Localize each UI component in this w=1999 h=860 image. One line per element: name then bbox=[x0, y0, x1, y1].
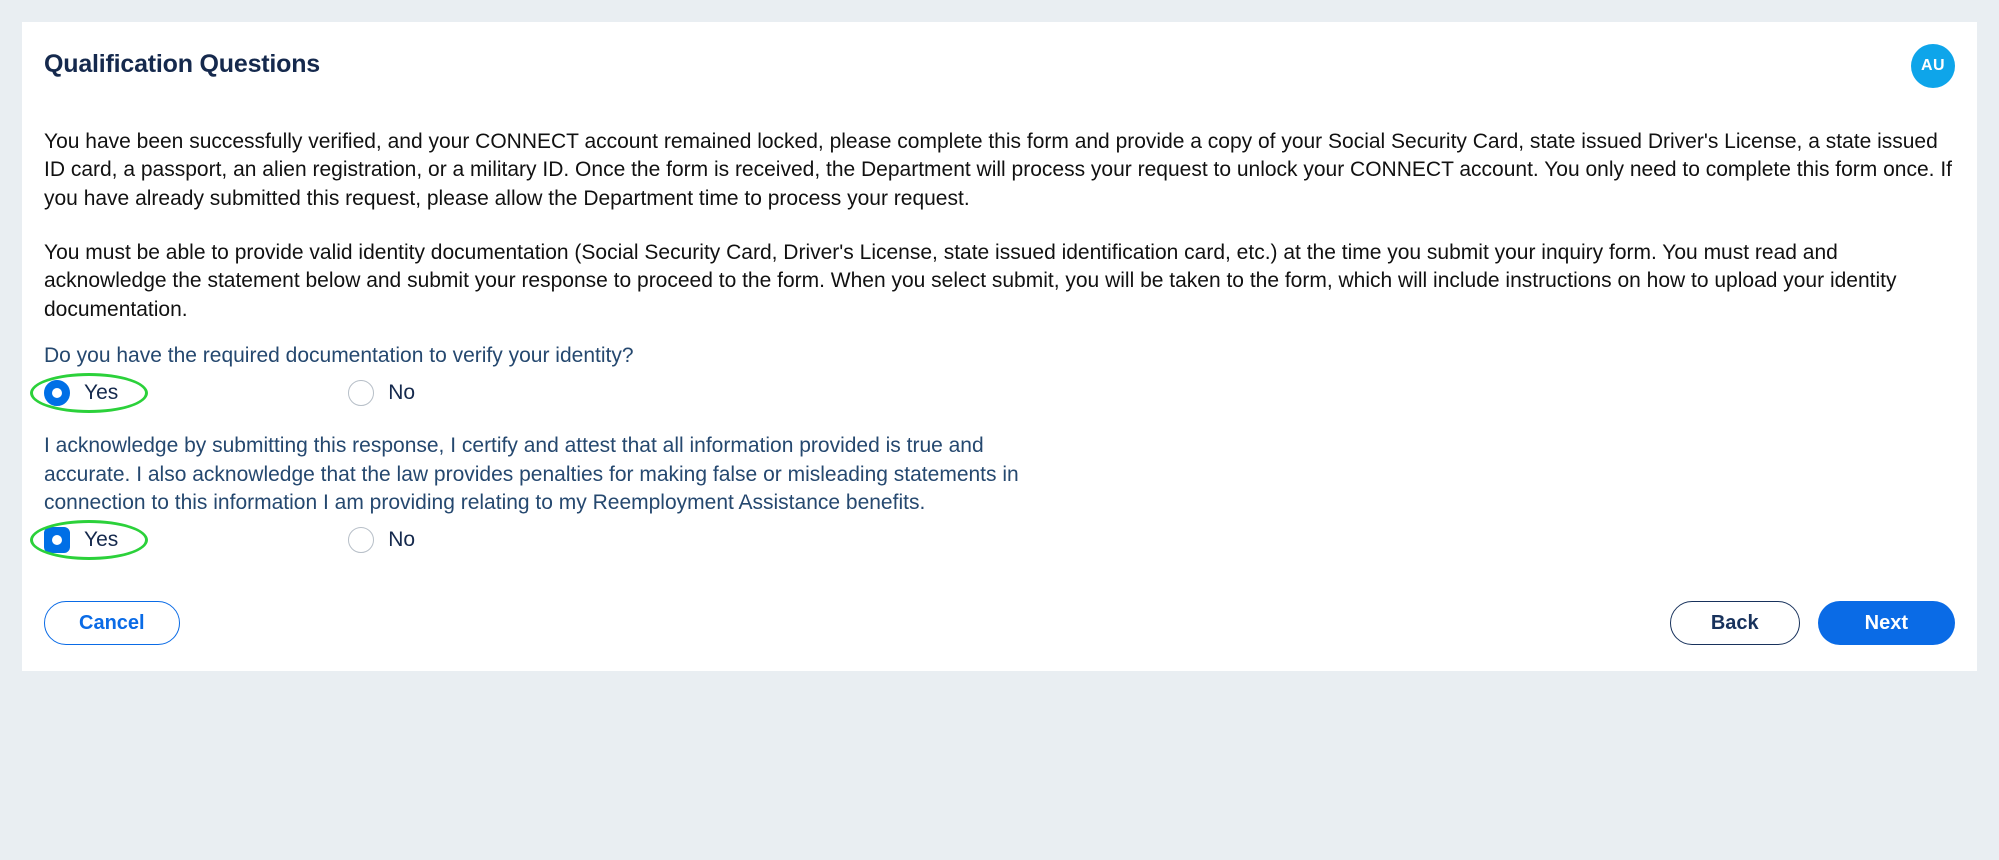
question-1-options: Yes No bbox=[44, 380, 1955, 406]
question-2: I acknowledge by submitting this respons… bbox=[44, 432, 1955, 553]
footer-right: Back Next bbox=[1670, 601, 1955, 645]
back-button[interactable]: Back bbox=[1670, 601, 1800, 645]
question-2-prompt: I acknowledge by submitting this respons… bbox=[44, 432, 1044, 517]
question-1-prompt: Do you have the required documentation t… bbox=[44, 342, 1044, 370]
radio-unselected-icon bbox=[348, 527, 374, 553]
page-wrapper: Qualification Questions AU You have been… bbox=[0, 0, 1999, 693]
intro-paragraph-1: You have been successfully verified, and… bbox=[44, 128, 1955, 213]
intro-text: You have been successfully verified, and… bbox=[44, 128, 1955, 324]
radio-unselected-icon bbox=[348, 380, 374, 406]
card-header: Qualification Questions AU bbox=[44, 50, 1955, 88]
question-1-yes-label: Yes bbox=[84, 381, 118, 405]
question-1: Do you have the required documentation t… bbox=[44, 342, 1955, 406]
question-1-no-label: No bbox=[388, 381, 415, 405]
intro-paragraph-2: You must be able to provide valid identi… bbox=[44, 239, 1955, 324]
question-1-option-yes[interactable]: Yes bbox=[44, 380, 118, 406]
question-2-options: Yes No bbox=[44, 527, 1955, 553]
cancel-button[interactable]: Cancel bbox=[44, 601, 180, 645]
question-2-option-yes[interactable]: Yes bbox=[44, 527, 118, 553]
radio-selected-icon bbox=[44, 527, 70, 553]
radio-dot-icon bbox=[52, 388, 62, 398]
form-card: Qualification Questions AU You have been… bbox=[22, 22, 1977, 671]
question-2-no-label: No bbox=[388, 528, 415, 552]
question-1-option-no[interactable]: No bbox=[348, 380, 415, 406]
footer-actions: Cancel Back Next bbox=[44, 601, 1955, 645]
radio-dot-icon bbox=[52, 535, 62, 545]
question-2-yes-label: Yes bbox=[84, 528, 118, 552]
question-2-option-no[interactable]: No bbox=[348, 527, 415, 553]
avatar[interactable]: AU bbox=[1911, 44, 1955, 88]
next-button[interactable]: Next bbox=[1818, 601, 1955, 645]
page-title: Qualification Questions bbox=[44, 50, 320, 79]
radio-selected-icon bbox=[44, 380, 70, 406]
